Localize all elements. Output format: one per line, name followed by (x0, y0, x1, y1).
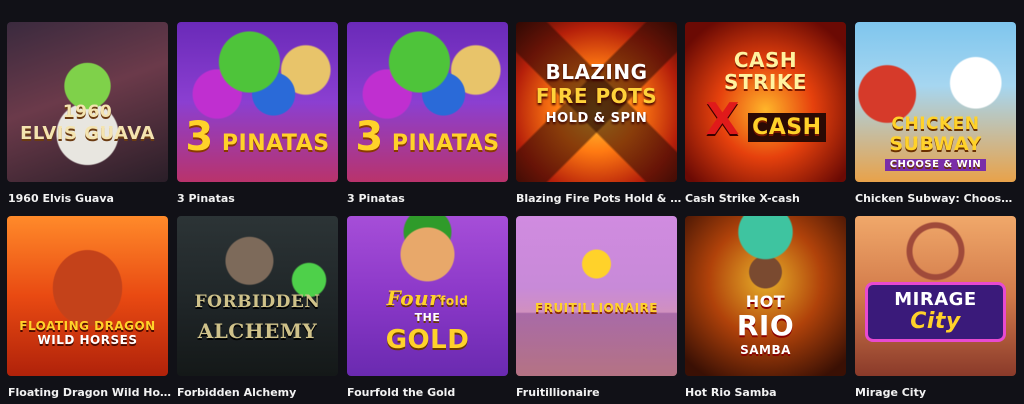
game-logo: FORBIDDEN ALCHEMY (194, 292, 321, 343)
game-thumbnail-floating-dragon (7, 216, 168, 376)
game-logo: 3 PINATAS (355, 114, 500, 160)
game-tile-floating-dragon[interactable]: FLOATING DRAGON WILD HORSES (7, 216, 168, 376)
game-title[interactable]: Floating Dragon Wild Horses (8, 386, 174, 399)
game-tile-blazing-fire-pots[interactable]: BLAZING FIRE POTS HOLD & SPIN (516, 22, 677, 182)
game-title[interactable]: Mirage City (855, 386, 1015, 399)
game-title[interactable]: Cash Strike X-cash (685, 192, 851, 205)
game-grid: 1960 ELVIS GUAVA 1960 Elvis Guava 3 PINA… (0, 0, 1024, 404)
game-tile-mirage-city[interactable]: MIRAGE City (855, 216, 1016, 376)
game-tile-forbidden-alchemy[interactable]: FORBIDDEN ALCHEMY (177, 216, 338, 376)
game-logo: HOT RIO SAMBA (736, 292, 795, 357)
game-title[interactable]: Fourfold the Gold (347, 386, 513, 399)
game-logo: CASH STRIKE X CASH (685, 50, 846, 142)
game-logo: MIRAGE City (865, 282, 1006, 342)
game-thumbnail-fruitillionaire (516, 216, 677, 376)
game-title[interactable]: Blazing Fire Pots Hold & Spin (516, 192, 682, 205)
game-title[interactable]: Chicken Subway: Choose and ... (855, 192, 1015, 205)
game-tile-fruitillionaire[interactable]: FRUITILLIONAIRE (516, 216, 677, 376)
game-logo: FLOATING DRAGON WILD HORSES (19, 319, 156, 347)
game-tile-hot-rio-samba[interactable]: HOT RIO SAMBA (685, 216, 846, 376)
game-title[interactable]: Hot Rio Samba (685, 386, 851, 399)
game-tile-chicken-subway[interactable]: CHICKEN SUBWAY CHOOSE & WIN (855, 22, 1016, 182)
game-tile-fourfold-the-gold[interactable]: Fourfold THE GOLD (347, 216, 508, 376)
game-tile-1960-elvis-guava[interactable]: 1960 ELVIS GUAVA (7, 22, 168, 182)
game-title[interactable]: Forbidden Alchemy (177, 386, 343, 399)
game-tile-3-pinatas[interactable]: 3 PINATAS (177, 22, 338, 182)
game-title[interactable]: Fruitillionaire (516, 386, 682, 399)
game-tile-cash-strike-x-cash[interactable]: CASH STRIKE X CASH (685, 22, 846, 182)
game-logo: 3 PINATAS (185, 114, 330, 160)
game-logo: FRUITILLIONAIRE (535, 301, 658, 315)
game-logo: BLAZING FIRE POTS HOLD & SPIN (535, 60, 658, 126)
game-logo: CHICKEN SUBWAY CHOOSE & WIN (855, 116, 1016, 171)
game-title[interactable]: 3 Pinatas (177, 192, 343, 205)
game-logo: Fourfold THE GOLD (385, 286, 470, 355)
game-title[interactable]: 1960 Elvis Guava (8, 192, 174, 205)
game-logo: 1960 ELVIS GUAVA (20, 102, 155, 144)
game-title[interactable]: 3 Pinatas (347, 192, 513, 205)
game-tile-3-pinatas[interactable]: 3 PINATAS (347, 22, 508, 182)
